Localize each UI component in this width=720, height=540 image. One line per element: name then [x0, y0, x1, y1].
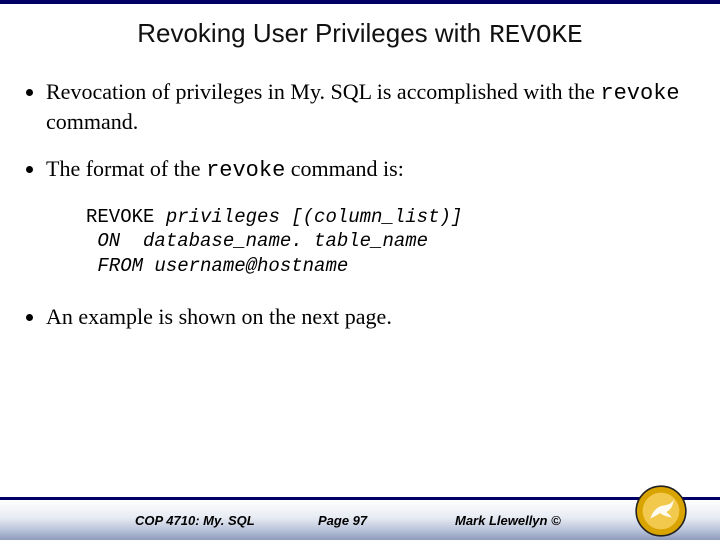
bullet-list-2: An example is shown on the next page. — [24, 303, 696, 331]
code-line1-keyword: REVOKE — [86, 206, 154, 228]
bullet-list: Revocation of privileges in My. SQL is a… — [24, 78, 696, 185]
code-line3-keyword: FROM — [86, 255, 143, 277]
code-line2-keyword: ON — [86, 230, 120, 252]
footer-course: COP 4710: My. SQL — [135, 513, 255, 528]
bullet-1-pre: Revocation of privileges in My. SQL is a… — [46, 79, 600, 104]
ucf-pegasus-logo — [634, 484, 688, 538]
bullet-3-text: An example is shown on the next page. — [46, 304, 392, 329]
title-text-mono: REVOKE — [489, 20, 583, 50]
footer-page: Page 97 — [318, 513, 367, 528]
bullet-1-code: revoke — [600, 81, 679, 106]
footer-author: Mark Llewellyn © — [455, 513, 561, 528]
bullet-2-pre: The format of the — [46, 156, 206, 181]
slide-body: Revocation of privileges in My. SQL is a… — [24, 78, 696, 330]
bullet-2: The format of the revoke command is: — [46, 155, 696, 185]
code-block: REVOKE privileges [(column_list)] ON dat… — [86, 205, 696, 279]
bullet-3: An example is shown on the next page. — [46, 303, 696, 331]
code-line1-rest: privileges [(column_list)] — [154, 206, 462, 228]
code-line3-rest: username@hostname — [143, 255, 348, 277]
bullet-2-post: command is: — [285, 156, 404, 181]
slide: Revoking User Privileges with REVOKE Rev… — [0, 0, 720, 540]
top-divider — [0, 0, 720, 4]
bullet-1-post: command. — [46, 109, 138, 134]
code-line2-rest: database_name. table_name — [120, 230, 428, 252]
title-text-sans: Revoking User Privileges with — [137, 18, 481, 49]
bullet-1: Revocation of privileges in My. SQL is a… — [46, 78, 696, 135]
slide-title: Revoking User Privileges with REVOKE — [0, 18, 720, 50]
bullet-2-code: revoke — [206, 158, 285, 183]
slide-footer: COP 4710: My. SQL Page 97 Mark Llewellyn… — [0, 480, 720, 540]
